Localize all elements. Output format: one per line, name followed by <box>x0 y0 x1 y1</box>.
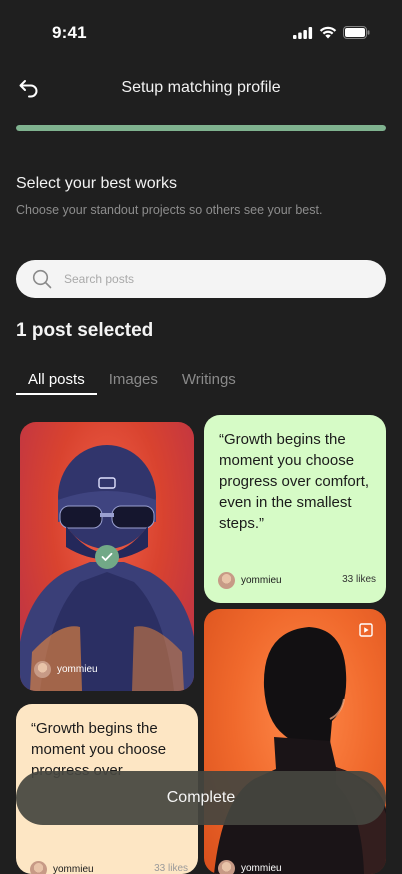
search-input[interactable] <box>64 272 344 286</box>
post-card-video[interactable]: yommieu <box>204 609 386 874</box>
tab-all-posts[interactable]: All posts <box>16 368 97 395</box>
progress-bar <box>16 125 386 131</box>
post-author: yommieu <box>30 861 94 874</box>
post-card-quote[interactable]: “Growth begins the moment you choose pro… <box>204 415 386 603</box>
post-author: yommieu <box>34 661 98 678</box>
avatar <box>218 572 235 589</box>
video-icon <box>359 623 373 637</box>
post-author: yommieu <box>218 572 282 589</box>
page-title: Setup matching profile <box>121 79 281 96</box>
avatar <box>34 661 51 678</box>
selected-count: 1 post selected <box>16 320 154 341</box>
search-bar[interactable] <box>16 260 386 298</box>
header: Setup matching profile <box>0 70 402 106</box>
progress-fill <box>16 125 386 131</box>
author-name: yommieu <box>57 664 98 675</box>
selected-check-badge <box>95 545 119 569</box>
avatar <box>218 860 235 874</box>
post-card-image-selected[interactable]: yommieu <box>20 422 194 691</box>
complete-button[interactable]: Complete <box>16 771 386 825</box>
filter-tabs: All posts Images Writings <box>16 368 248 396</box>
search-icon <box>32 269 52 289</box>
post-author: yommieu <box>218 860 282 874</box>
section-subtitle: Choose your standout projects so others … <box>16 203 323 217</box>
tab-writings[interactable]: Writings <box>170 368 248 395</box>
author-name: yommieu <box>241 575 282 586</box>
checkmark-icon <box>101 552 113 561</box>
cellular-signal-icon <box>293 26 313 39</box>
status-icons <box>293 26 370 39</box>
silhouette-illustration <box>214 627 386 874</box>
likes-count: 33 likes <box>154 863 188 874</box>
status-bar: 9:41 <box>0 0 402 62</box>
section-title: Select your best works <box>16 175 177 192</box>
quote-text: “Growth begins the moment you choose pro… <box>219 431 370 532</box>
avatar <box>30 861 47 874</box>
battery-icon <box>343 26 370 39</box>
likes-count: 33 likes <box>342 574 376 585</box>
status-time: 9:41 <box>52 23 87 42</box>
author-name: yommieu <box>53 864 94 874</box>
wifi-icon <box>319 26 337 39</box>
tab-images[interactable]: Images <box>97 368 170 395</box>
author-name: yommieu <box>241 863 282 874</box>
